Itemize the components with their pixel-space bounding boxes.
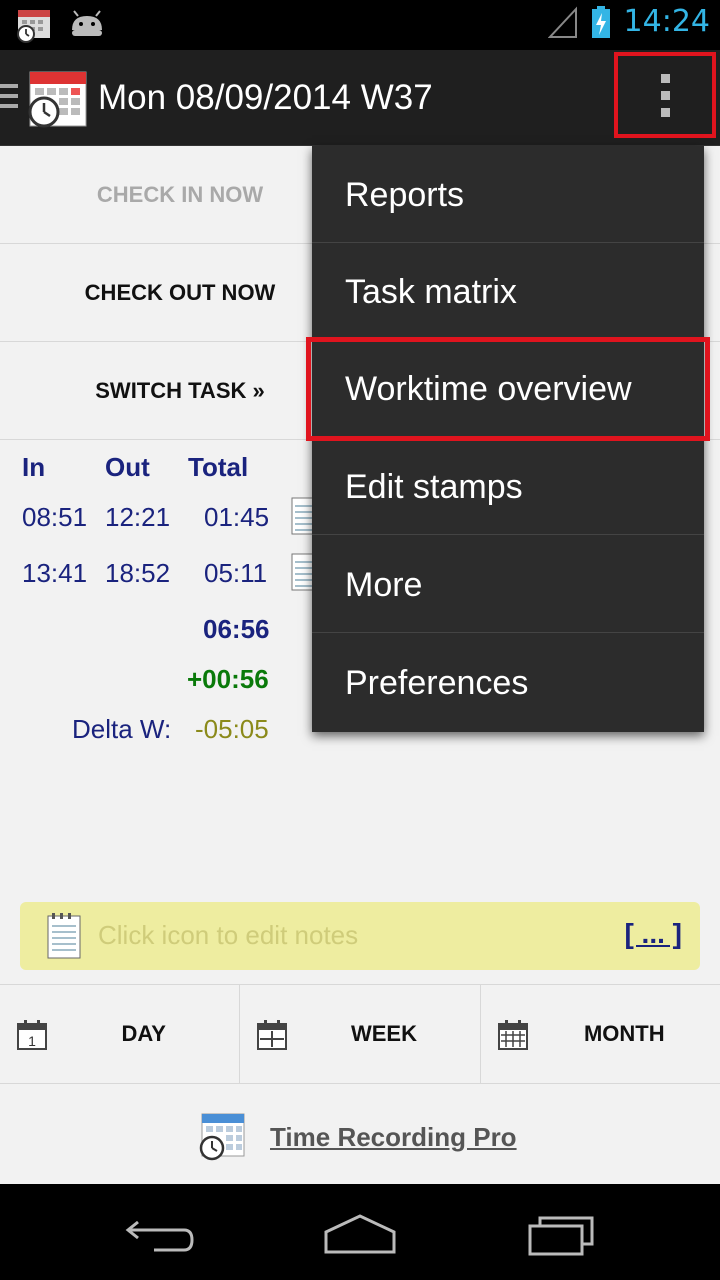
row1-total: 01:45: [204, 502, 270, 532]
delta-value: -05:05: [195, 714, 269, 744]
menu-item-label: More: [345, 566, 423, 604]
menu-item-more[interactable]: More: [312, 536, 704, 633]
system-nav-bar: [0, 1184, 720, 1280]
notepad-icon[interactable]: [46, 912, 82, 960]
status-bar: 14:24: [0, 0, 720, 50]
overtime-value: +00:56: [187, 664, 269, 694]
check-out-label: CHECK OUT NOW: [84, 279, 276, 305]
calendar-week-icon: [257, 1020, 288, 1050]
menu-item-reports[interactable]: Reports: [312, 146, 704, 243]
row2-out[interactable]: 18:52: [105, 558, 170, 589]
period-tabs: 1 DAY WEEK MONTH: [0, 984, 720, 1084]
notes-more-label: [ ... ]: [624, 918, 682, 949]
calendar-month-icon: [497, 1020, 528, 1050]
menu-item-label: Reports: [345, 176, 465, 214]
row1-out[interactable]: 12:21: [105, 502, 170, 533]
svg-text:1: 1: [28, 1033, 36, 1049]
android-icon: [72, 10, 102, 36]
tab-day-label: DAY: [121, 1021, 166, 1046]
tab-day[interactable]: 1 DAY: [0, 985, 241, 1083]
recents-icon[interactable]: [526, 1212, 598, 1256]
pro-app-icon[interactable]: [196, 1110, 248, 1162]
menu-item-edit-stamps[interactable]: Edit stamps: [312, 438, 704, 535]
tab-week[interactable]: WEEK: [240, 985, 481, 1083]
highlight-box: [306, 337, 710, 441]
battery-charging-icon: [591, 5, 610, 38]
back-icon[interactable]: [124, 1214, 196, 1254]
menu-item-label: Task matrix: [345, 273, 517, 311]
notes-bar[interactable]: Click icon to edit notes [ ... ]: [20, 902, 700, 970]
more-vert-icon: [660, 73, 670, 83]
notes-placeholder: Click icon to edit notes: [98, 920, 359, 950]
header-in: In: [22, 452, 46, 482]
action-bar: Mon 08/09/2014 W37: [0, 50, 720, 146]
signal-icon: [547, 5, 577, 38]
pro-version-link[interactable]: Time Recording Pro: [270, 1122, 517, 1153]
page-title: Mon 08/09/2014 W37: [98, 78, 433, 117]
drawer-indicator-icon[interactable]: [0, 84, 18, 114]
tab-month-label: MONTH: [583, 1021, 665, 1046]
tab-week-label: WEEK: [350, 1021, 417, 1046]
menu-item-label: Preferences: [345, 664, 529, 702]
sum-total: 06:56: [203, 614, 270, 644]
row1-in[interactable]: 08:51: [22, 502, 87, 533]
promo-banner: Time Recording Pro: [0, 1106, 720, 1176]
notes-more-link[interactable]: [ ... ]: [624, 918, 682, 950]
clock-time: 14:24: [623, 4, 710, 39]
row2-in[interactable]: 13:41: [22, 558, 87, 589]
home-icon[interactable]: [322, 1212, 398, 1256]
header-out: Out: [105, 452, 150, 482]
header-total: Total: [188, 452, 249, 482]
menu-item-task-matrix[interactable]: Task matrix: [312, 243, 704, 340]
overflow-menu-button[interactable]: [614, 52, 716, 138]
calendar-clock-notification-icon: [17, 10, 50, 43]
menu-item-preferences[interactable]: Preferences: [312, 634, 704, 731]
calendar-day-icon: 1: [17, 1020, 47, 1050]
check-in-label: CHECK IN NOW: [96, 181, 264, 207]
row2-total: 05:11: [204, 558, 268, 588]
delta-label: Delta W:: [72, 714, 172, 744]
tab-month[interactable]: MONTH: [481, 985, 720, 1083]
app-logo-icon[interactable]: [26, 66, 90, 130]
menu-item-label: Edit stamps: [345, 468, 523, 506]
